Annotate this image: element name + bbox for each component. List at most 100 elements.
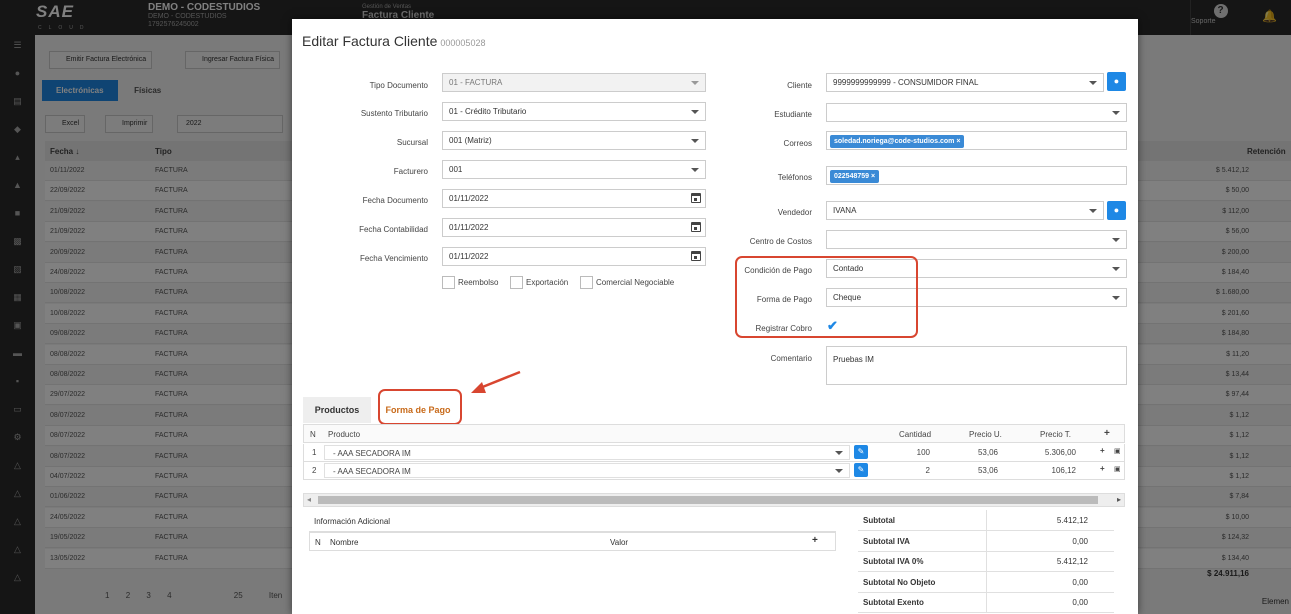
support-button[interactable]: ? Soporte	[1190, 0, 1250, 35]
telefonos-input[interactable]: 022548759 ×	[826, 166, 1127, 185]
fecha-cont-input[interactable]: 01/11/2022	[442, 218, 706, 237]
dashboard-icon[interactable]: ●	[0, 63, 35, 91]
invoice-number: 000005028	[440, 38, 486, 48]
tab-fisicas[interactable]: Físicas	[120, 80, 175, 101]
product-select[interactable]: - AAA SECADORA IM	[324, 463, 850, 478]
summary-value: 5.412,12	[1056, 557, 1088, 566]
pager-page-1[interactable]: 1	[105, 591, 109, 600]
exportacion-checkbox[interactable]	[510, 276, 523, 289]
cell-cantidad[interactable]: 100	[917, 448, 930, 457]
cell-fecha: 21/09/2022	[50, 228, 86, 236]
bell-icon[interactable]: 🔔	[1262, 9, 1277, 23]
reembolso-checkbox[interactable]	[442, 276, 455, 289]
cell-precio-u[interactable]: 53,06	[978, 448, 998, 457]
edit-product-button[interactable]: ✎	[854, 463, 868, 477]
vendedor-user-button[interactable]: ●	[1107, 201, 1126, 220]
bank-icon[interactable]: ▲	[0, 175, 35, 203]
calc-icon[interactable]: ▪	[0, 371, 35, 399]
grid-icon[interactable]: ▦	[0, 287, 35, 315]
book-icon[interactable]: ▧	[0, 259, 35, 287]
centro-select[interactable]	[826, 230, 1127, 249]
calendar-icon[interactable]	[691, 193, 701, 203]
list-icon[interactable]: ▤	[0, 91, 35, 119]
trash-icon[interactable]: ▣	[1114, 465, 1121, 473]
logo-subtext: CLOUD	[38, 25, 91, 31]
money-icon[interactable]: ▣	[0, 315, 35, 343]
fecha-venc-input[interactable]: 01/11/2022	[442, 247, 706, 266]
excel-button[interactable]: Excel	[45, 115, 86, 133]
cell-fecha: 24/08/2022	[50, 269, 86, 276]
card-icon[interactable]: ▬	[0, 343, 35, 371]
tipo-doc-select[interactable]: 01 - FACTURA	[442, 73, 706, 92]
cliente-user-button[interactable]: ●	[1107, 72, 1126, 91]
gear-icon[interactable]: ⚙	[0, 427, 35, 455]
company-info[interactable]: DEMO - CODESTUDIOS DEMO - CODESTUDIOS 17…	[148, 2, 260, 29]
scroll-thumb[interactable]	[318, 496, 1098, 504]
estudiante-select[interactable]	[826, 103, 1127, 122]
sustento-select[interactable]: 01 - Crédito Tributario	[442, 102, 706, 121]
scroll-right-icon[interactable]: ▸	[1117, 495, 1121, 504]
add-row-button[interactable]: +	[1100, 464, 1105, 473]
tab-electronicas[interactable]: Electrónicas	[42, 80, 118, 101]
company-subname: DEMO - CODESTUDIOS	[148, 13, 227, 20]
cliente-select[interactable]: 9999999999999 - CONSUMIDOR FINAL	[826, 73, 1104, 92]
grad5-icon[interactable]: △	[0, 567, 35, 595]
menu-icon[interactable]: ☰	[0, 35, 35, 63]
report-icon[interactable]: ▩	[0, 231, 35, 259]
correos-input[interactable]: soledad.noriega@code-studios.com ×	[826, 131, 1127, 150]
cell-fecha: 09/08/2022	[50, 330, 86, 338]
grad2-icon[interactable]: △	[0, 483, 35, 511]
cell-fecha: 01/06/2022	[50, 493, 86, 501]
col-tipo[interactable]: Tipo	[155, 147, 172, 156]
tab-forma-pago[interactable]: Forma de Pago	[382, 397, 454, 423]
col-retencion[interactable]: Retención	[1247, 147, 1286, 156]
emit-invoice-button[interactable]: Emitir Factura Electrónica	[49, 51, 153, 69]
col-cantidad: Cantidad	[899, 430, 932, 439]
comentario-textarea[interactable]: Pruebas IM	[826, 346, 1127, 385]
vendedor-select[interactable]: IVANA	[826, 201, 1104, 220]
edit-product-button[interactable]: ✎	[854, 445, 868, 459]
page-size-select[interactable]: 25	[234, 591, 243, 600]
pager-page-2[interactable]: 2	[126, 591, 130, 600]
grad3-icon[interactable]: △	[0, 511, 35, 539]
fecha-doc-input[interactable]: 01/11/2022	[442, 189, 706, 208]
comercial-checkbox[interactable]	[580, 276, 593, 289]
info-col-nombre: Nombre	[330, 538, 359, 547]
grad4-icon[interactable]: △	[0, 539, 35, 567]
product-row[interactable]: 1 - AAA SECADORA IM ✎ 100 53,06 5.306,00 + ▣	[303, 444, 1125, 462]
edit-icon: ✎	[857, 447, 865, 456]
grad-icon[interactable]: △	[0, 455, 35, 483]
shield-icon[interactable]: ◆	[0, 119, 35, 147]
calendar-icon[interactable]	[691, 222, 701, 232]
pager-page-4[interactable]: 4	[167, 591, 171, 600]
horizontal-scrollbar[interactable]: ◂ ▸	[303, 493, 1125, 507]
cell-total: $ 1,12	[1229, 473, 1249, 480]
box-icon[interactable]: ■	[0, 203, 35, 231]
product-select[interactable]: - AAA SECADORA IM	[324, 445, 850, 460]
add-product-button[interactable]: +	[1104, 428, 1110, 439]
product-row[interactable]: 2 - AAA SECADORA IM ✎ 2 53,06 106,12 + ▣	[303, 462, 1125, 480]
print-button[interactable]: Imprimir	[105, 115, 154, 133]
sucursal-select[interactable]: 001 (Matriz)	[442, 131, 706, 150]
phone-tag[interactable]: 022548759 ×	[830, 170, 880, 183]
year-select[interactable]: 2022	[177, 115, 283, 133]
add-row-button[interactable]: +	[1100, 446, 1105, 455]
col-fecha[interactable]: Fecha ↓	[50, 147, 79, 156]
doc-icon[interactable]: ▭	[0, 399, 35, 427]
trash-icon[interactable]: ▣	[1114, 447, 1121, 455]
cart-icon[interactable]: ▴	[0, 147, 35, 175]
scroll-left-icon[interactable]: ◂	[307, 495, 311, 504]
tab-productos[interactable]: Productos	[303, 397, 371, 423]
email-tag[interactable]: soledad.noriega@code-studios.com ×	[830, 135, 965, 148]
vendedor-label: Vendedor	[777, 208, 812, 217]
cell-precio-u[interactable]: 53,06	[978, 466, 998, 475]
cell-total: $ 1,12	[1229, 432, 1249, 440]
facturero-select[interactable]: 001	[442, 160, 706, 179]
remove-tag-icon[interactable]: ×	[871, 173, 875, 180]
pager-page-3[interactable]: 3	[146, 591, 150, 600]
cell-cantidad[interactable]: 2	[926, 466, 930, 475]
calendar-icon[interactable]	[691, 251, 701, 261]
remove-tag-icon[interactable]: ×	[956, 138, 960, 145]
ingresar-invoice-button[interactable]: Ingresar Factura Física	[185, 51, 280, 69]
add-info-button[interactable]: +	[812, 535, 818, 546]
